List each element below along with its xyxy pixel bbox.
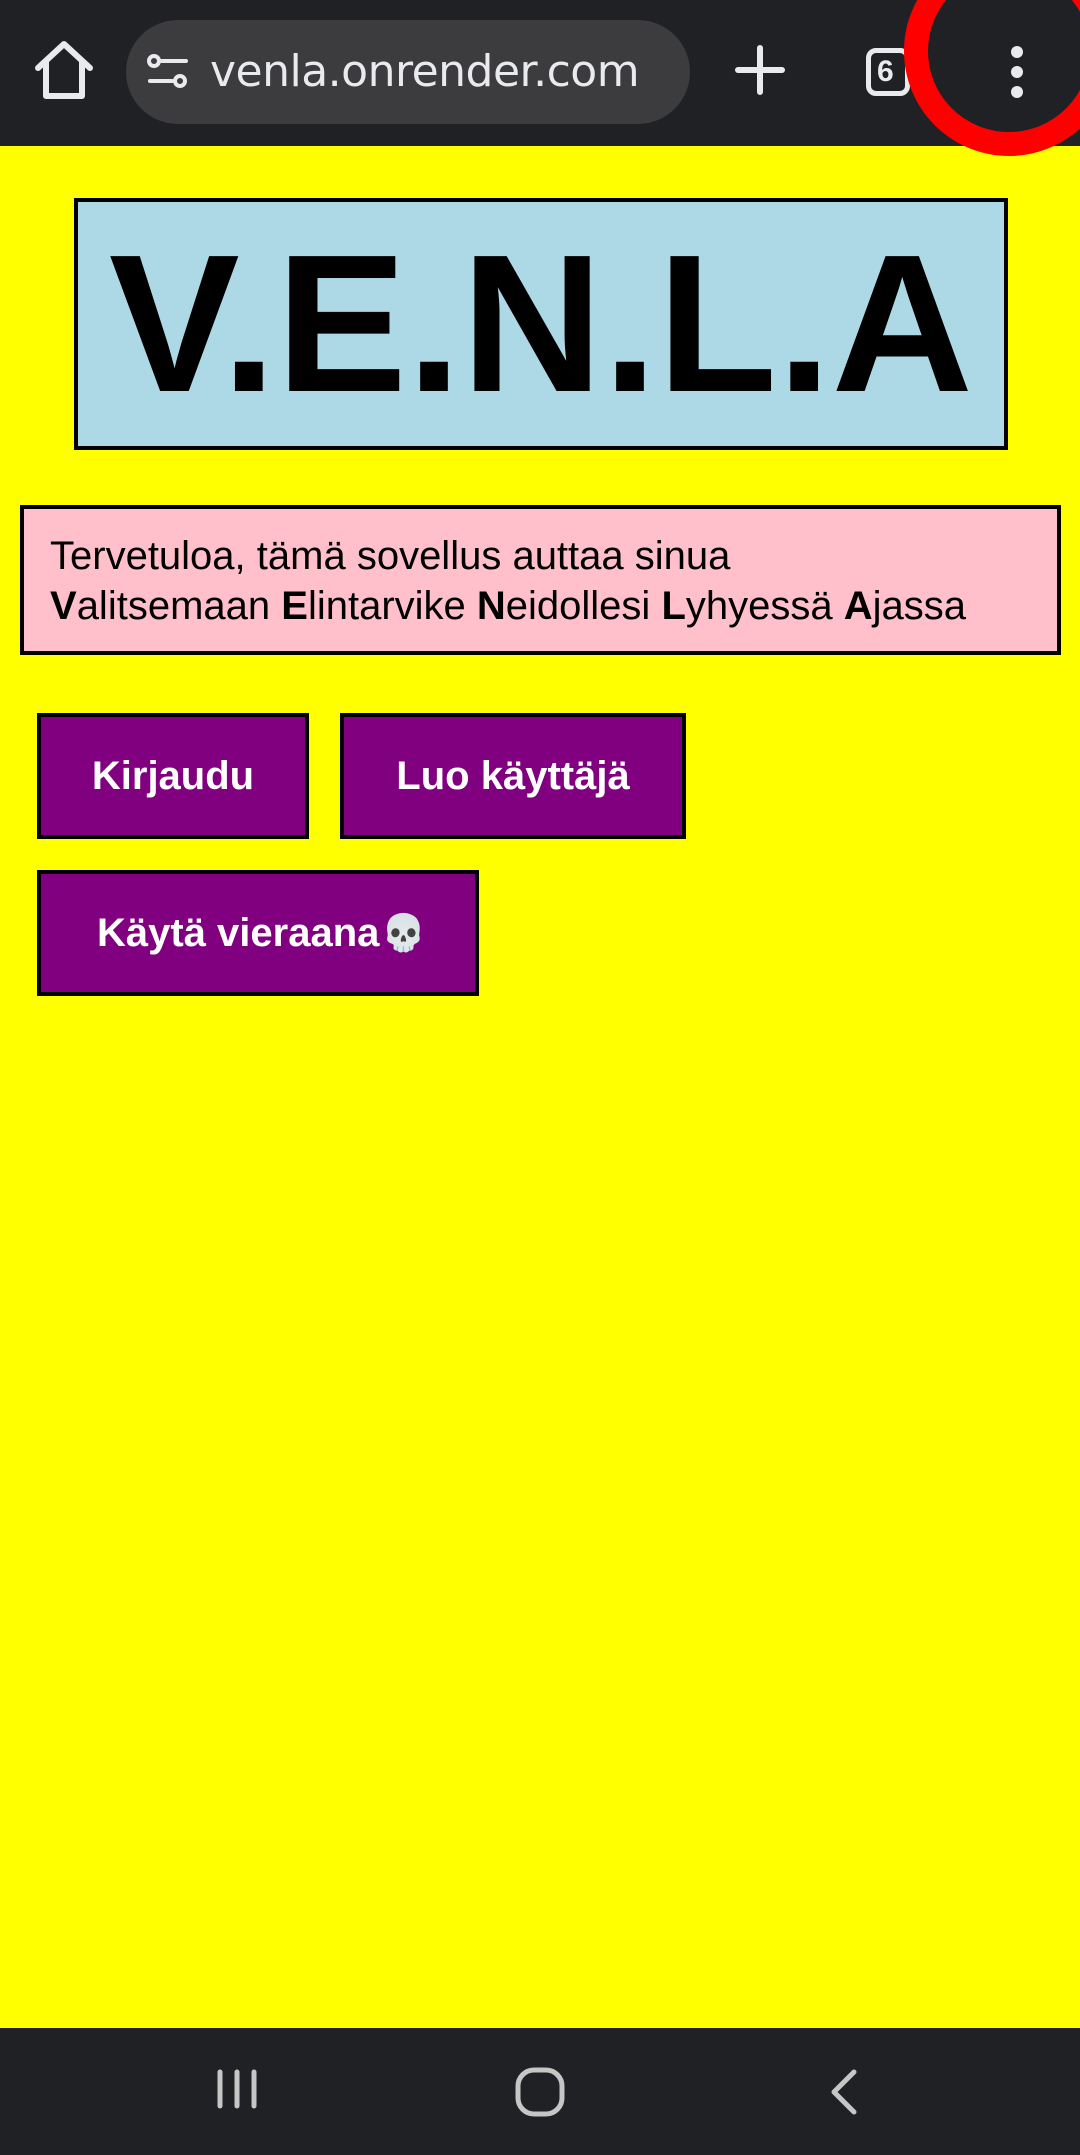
login-button[interactable]: Kirjaudu: [37, 713, 309, 839]
back-chevron-icon[interactable]: [820, 2064, 870, 2120]
guest-button[interactable]: Käytä vieraana 💀: [37, 870, 479, 996]
welcome-message: Tervetuloa, tämä sovellus auttaa sinua V…: [20, 505, 1061, 655]
register-button-label: Luo käyttäjä: [396, 753, 630, 798]
register-button[interactable]: Luo käyttäjä: [340, 713, 686, 839]
app-logo-text: V.E.N.L.A: [108, 214, 974, 433]
home-circle-icon[interactable]: [512, 2064, 568, 2120]
plus-icon[interactable]: [730, 40, 790, 100]
acronym-word: lintarvike: [307, 584, 477, 628]
acronym-letter: N: [476, 584, 506, 628]
acronym-word: jassa: [872, 584, 967, 628]
recent-apps-icon[interactable]: [212, 2064, 262, 2114]
acronym-word: eidollesi: [505, 584, 662, 628]
acronym-word: yhyessä: [685, 584, 844, 628]
welcome-line-1: Tervetuloa, tämä sovellus auttaa sinua: [50, 534, 731, 578]
guest-button-label: Käytä vieraana: [97, 910, 380, 955]
skull-icon: 💀: [381, 912, 427, 953]
home-icon[interactable]: [30, 36, 98, 104]
url-text[interactable]: venla.onrender.com: [210, 20, 640, 124]
site-settings-icon[interactable]: [146, 50, 190, 94]
tab-count: 6: [877, 55, 894, 88]
welcome-line-2: Valitsemaan Elintarvike Neidollesi Lyhye…: [50, 581, 1057, 631]
login-button-label: Kirjaudu: [91, 753, 255, 798]
acronym-letter: L: [661, 584, 686, 628]
app-logo-box: V.E.N.L.A: [74, 198, 1008, 450]
address-bar[interactable]: venla.onrender.com: [126, 20, 690, 124]
acronym-word: alitsemaan: [76, 584, 282, 628]
acronym-letter: A: [843, 584, 873, 628]
system-nav-bar: [0, 2028, 1080, 2155]
acronym-letter: E: [281, 584, 308, 628]
more-vert-icon[interactable]: [990, 42, 1044, 102]
acronym-letter: V: [50, 584, 77, 628]
browser-toolbar: venla.onrender.com 6: [0, 0, 1080, 156]
